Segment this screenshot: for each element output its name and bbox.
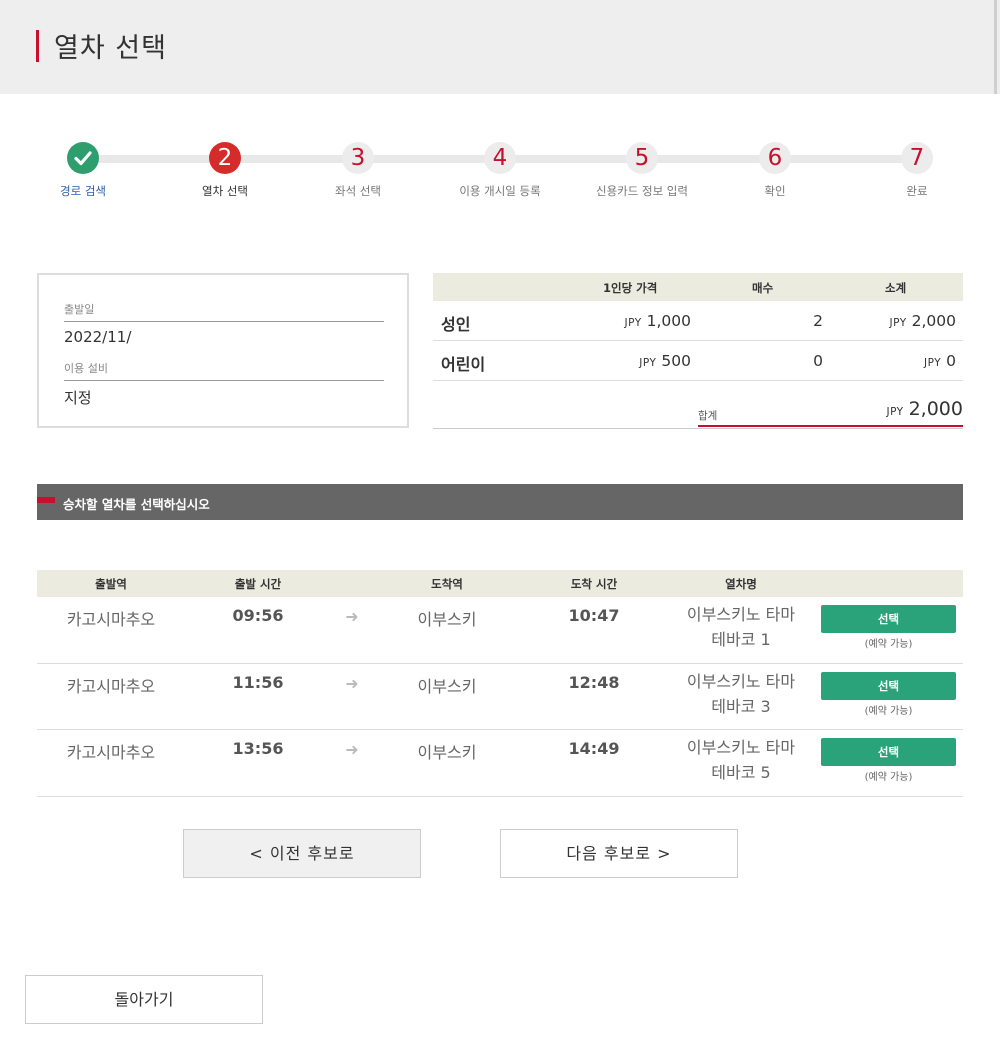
arrival-time: 12:48: [568, 672, 620, 692]
page-header: 열차 선택: [0, 0, 1000, 94]
progress-stepper: 경로 검색 2 열차 선택 3 좌석 선택 4 이용 개시일 등록 5 신용카드…: [0, 138, 1000, 228]
departure-station: 카고시마추오: [66, 610, 156, 629]
facility-field: 이용 설비 지정: [64, 360, 384, 408]
page-title: 열차 선택: [54, 33, 167, 64]
train-row: 카고시마추오 13:56 ➜ 이부스키 14:49 이부스키노 타마 테바코 5 …: [37, 730, 963, 797]
arrival-time: 14:49: [568, 739, 620, 758]
availability-status: (예약 가능): [864, 772, 913, 783]
arrival-station: 이부스키: [417, 610, 477, 629]
header-arrival-time: 도착 시간: [570, 577, 618, 591]
departure-time: 11:56: [232, 672, 284, 692]
step-seat-select: 3 좌석 선택: [303, 142, 413, 199]
step-number: 7: [901, 142, 933, 174]
arrow-right-icon: ➜: [345, 740, 359, 759]
departure-time: 09:56: [232, 606, 284, 625]
unit-price: JPY 1,000: [624, 312, 692, 330]
train-name: 이부스키노 타마 테바코 5: [686, 738, 796, 782]
previous-candidates-button[interactable]: < 이전 후보로: [183, 829, 421, 878]
departure-station: 카고시마추오: [66, 676, 156, 696]
step-label: 신용카드 정보 입력: [596, 184, 688, 198]
price-row-adult: 성인 JPY 1,000 2 JPY 2,000: [433, 301, 963, 341]
trip-info-box: 출발일 2022/11/ 이용 설비 지정: [37, 273, 409, 428]
facility-label: 이용 설비: [64, 360, 384, 381]
section-flag-icon: [37, 497, 55, 503]
header-unit-price: 1인당 가격: [603, 281, 658, 295]
step-label: 좌석 선택: [335, 184, 381, 198]
step-label: 완료: [906, 184, 928, 198]
train-row: 카고시마추오 09:56 ➜ 이부스키 10:47 이부스키노 타마 테바코 1 …: [37, 597, 963, 664]
quantity: 2: [813, 312, 823, 330]
step-complete: 7 완료: [862, 142, 972, 199]
price-table: 1인당 가격 매수 소계 성인 JPY 1,000 2 JPY 2,000 어린이 …: [433, 273, 963, 429]
step-route-search: 경로 검색: [28, 142, 138, 199]
facility-value: 지정: [64, 389, 92, 407]
check-icon: [67, 142, 99, 174]
unit-price: JPY 500: [639, 352, 691, 370]
availability-status: (예약 가능): [864, 639, 913, 650]
total-value: JPY 2,000: [886, 398, 963, 420]
availability-status: (예약 가능): [864, 705, 913, 717]
step-confirm: 6 확인: [720, 142, 830, 199]
train-name: 이부스키노 타마 테바코 1: [686, 605, 796, 649]
price-table-header: 1인당 가격 매수 소계: [433, 273, 963, 301]
select-train-button[interactable]: 선택: [821, 738, 956, 766]
train-row: 카고시마추오 11:56 ➜ 이부스키 12:48 이부스키노 타마 테바코 3 …: [37, 664, 963, 730]
step-number: 2: [209, 142, 241, 174]
trains-table-header: 출발역 출발 시간 도착역 도착 시간 열차명: [37, 570, 963, 597]
header-qty: 매수: [752, 281, 774, 295]
step-card-info: 5 신용카드 정보 입력: [592, 142, 692, 199]
step-number: 3: [342, 142, 374, 174]
step-train-select: 2 열차 선택: [170, 142, 280, 199]
header-departure-station: 출발역: [95, 577, 127, 591]
price-row-child: 어린이 JPY 500 0 JPY 0: [433, 341, 963, 381]
select-train-button[interactable]: 선택: [821, 671, 956, 700]
arrival-time: 10:47: [568, 606, 620, 625]
departure-date-label: 출발일: [64, 301, 384, 322]
step-number: 4: [484, 142, 516, 174]
total-row: 합계 JPY 2,000: [433, 381, 963, 429]
header-arrival-station: 도착역: [431, 577, 463, 591]
departure-station: 카고시마추오: [66, 743, 156, 762]
departure-date-field: 출발일 2022/11/: [64, 301, 384, 346]
passenger-type: 어린이: [441, 355, 486, 374]
arrival-station: 이부스키: [417, 676, 477, 696]
step-label: 경로 검색: [60, 184, 106, 198]
arrival-station: 이부스키: [417, 743, 477, 762]
select-train-button[interactable]: 선택: [821, 605, 956, 633]
title-accent-bar: [36, 30, 39, 62]
header-subtotal: 소계: [885, 281, 907, 295]
train-name: 이부스키노 타마 테바코 3: [686, 671, 796, 716]
step-label: 확인: [764, 184, 786, 198]
subtotal: JPY 2,000: [889, 312, 957, 330]
section-title: 승차할 열차를 선택하십시오: [63, 497, 210, 512]
back-button[interactable]: 돌아가기: [25, 975, 263, 1024]
next-candidates-button[interactable]: 다음 후보로 >: [500, 829, 738, 878]
trains-table: 출발역 출발 시간 도착역 도착 시간 열차명 카고시마추오 09:56 ➜ 이…: [37, 570, 963, 797]
step-start-date: 4 이용 개시일 등록: [445, 142, 555, 199]
passenger-type: 성인: [441, 315, 471, 334]
step-label: 이용 개시일 등록: [459, 184, 541, 198]
arrow-right-icon: ➜: [345, 673, 359, 693]
section-title-bar: 승차할 열차를 선택하십시오: [37, 484, 963, 520]
step-number: 6: [759, 142, 791, 174]
total-box: 합계 JPY 2,000: [698, 398, 963, 427]
quantity: 0: [813, 352, 823, 370]
header-departure-time: 출발 시간: [234, 577, 282, 591]
arrow-right-icon: ➜: [345, 607, 359, 626]
scrollbar[interactable]: [994, 0, 997, 94]
step-number: 5: [626, 142, 658, 174]
departure-date-value: 2022/11/: [64, 328, 132, 346]
header-train-name: 열차명: [725, 577, 757, 591]
subtotal: JPY 0: [924, 352, 956, 370]
total-label: 합계: [698, 410, 718, 422]
departure-time: 13:56: [232, 739, 284, 758]
step-label: 열차 선택: [202, 184, 248, 198]
